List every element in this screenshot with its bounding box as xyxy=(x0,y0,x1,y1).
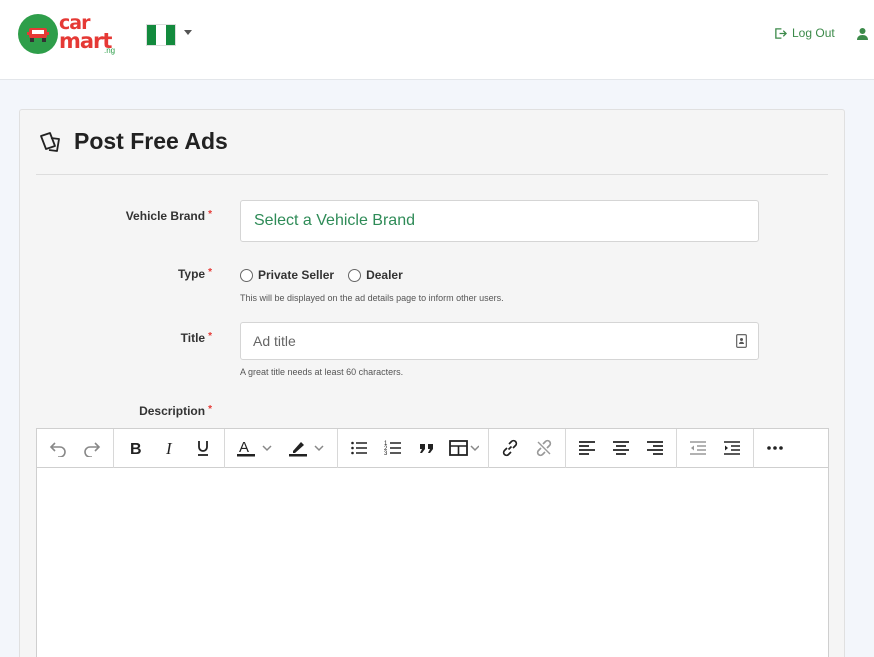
align-center-icon xyxy=(613,441,629,455)
private-seller-radio[interactable] xyxy=(240,268,253,282)
align-right-button[interactable] xyxy=(638,433,672,463)
required-mark: * xyxy=(208,331,212,342)
post-ad-card: Post Free Ads Vehicle Brand * Select a Ve… xyxy=(19,109,845,657)
type-label-text: Type xyxy=(177,267,206,281)
vehicle-brand-select[interactable]: Select a Vehicle Brand xyxy=(240,200,759,242)
description-label: Description * xyxy=(100,404,212,418)
remove-link-button[interactable] xyxy=(527,433,561,463)
logout-link[interactable]: Log Out xyxy=(774,26,835,40)
align-right-icon xyxy=(647,441,663,455)
description-label-text: Description xyxy=(139,404,206,418)
autofill-contact-icon[interactable] xyxy=(736,334,747,348)
required-mark: * xyxy=(208,267,212,278)
logout-icon xyxy=(775,27,787,39)
tags-icon xyxy=(40,131,60,152)
align-center-button[interactable] xyxy=(604,433,638,463)
undo-icon xyxy=(49,442,66,457)
link-icon xyxy=(502,439,518,457)
title-label: Title * xyxy=(100,331,212,345)
bold-icon: B xyxy=(130,441,142,457)
underline-button[interactable] xyxy=(186,433,220,463)
type-label: Type * xyxy=(100,267,212,281)
bullet-list-icon xyxy=(351,441,367,455)
alignment-group xyxy=(566,428,677,468)
link-group xyxy=(489,428,566,468)
svg-text:3: 3 xyxy=(384,451,388,457)
heading-divider xyxy=(36,174,828,175)
svg-text:B: B xyxy=(130,441,142,457)
title-label-text: Title xyxy=(180,331,206,345)
color-group: A xyxy=(225,428,338,468)
title-help-text: A great title needs at least 60 characte… xyxy=(240,367,404,377)
private-seller-label: Private Seller xyxy=(258,268,335,282)
vehicle-brand-label: Vehicle Brand * xyxy=(100,209,212,223)
italic-icon: I xyxy=(165,439,173,457)
carmart-logo[interactable]: car mart .ng xyxy=(18,12,118,57)
outdent-icon xyxy=(690,441,706,455)
align-left-icon xyxy=(579,441,595,455)
insert-link-button[interactable] xyxy=(493,433,527,463)
table-icon xyxy=(449,440,479,456)
italic-button[interactable]: I xyxy=(152,433,186,463)
undo-button[interactable] xyxy=(41,433,75,463)
type-help-text: This will be displayed on the ad details… xyxy=(240,293,504,303)
country-dropdown-caret-icon[interactable] xyxy=(184,30,192,35)
logo-badge xyxy=(18,14,58,54)
page-heading: Post Free Ads xyxy=(38,128,228,155)
numbered-list-icon: 1 2 3 xyxy=(384,441,401,457)
page-title: Post Free Ads xyxy=(74,128,228,154)
redo-icon xyxy=(84,442,101,457)
underline-icon xyxy=(198,441,208,456)
description-rich-text-editor: B I A 1 2 3 xyxy=(36,428,829,657)
title-field[interactable] xyxy=(240,322,759,360)
car-icon xyxy=(27,28,49,42)
bold-button[interactable]: B xyxy=(118,433,152,463)
text-color-icon: A xyxy=(237,439,272,457)
ellipsis-icon xyxy=(767,446,783,450)
indent-button[interactable] xyxy=(715,433,749,463)
numbered-list-button[interactable]: 1 2 3 xyxy=(376,433,410,463)
unlink-icon xyxy=(536,439,552,457)
highlight-color-button[interactable] xyxy=(281,433,333,463)
svg-text:I: I xyxy=(165,439,173,457)
outdent-button[interactable] xyxy=(681,433,715,463)
vehicle-brand-label-text: Vehicle Brand xyxy=(125,209,206,223)
private-seller-option[interactable]: Private Seller xyxy=(240,268,334,282)
dealer-radio[interactable] xyxy=(348,268,362,282)
lists-group: 1 2 3 xyxy=(338,428,489,468)
blockquote-button[interactable] xyxy=(410,433,444,463)
dealer-label: Dealer xyxy=(366,268,403,282)
bullet-list-button[interactable] xyxy=(342,433,376,463)
editor-toolbar: B I A 1 2 3 xyxy=(37,428,828,468)
seller-type-radio-group: Private Seller Dealer xyxy=(240,268,417,282)
logout-label: Log Out xyxy=(792,26,835,40)
user-icon[interactable] xyxy=(856,27,869,40)
required-mark: * xyxy=(208,209,212,220)
svg-text:A: A xyxy=(239,439,249,456)
more-options-button[interactable] xyxy=(758,433,792,463)
required-mark: * xyxy=(208,404,212,415)
quote-icon xyxy=(420,444,433,453)
editor-content-area[interactable] xyxy=(37,468,828,657)
title-input[interactable] xyxy=(241,323,711,359)
logo-domain-suffix: .ng xyxy=(104,46,116,55)
redo-button[interactable] xyxy=(75,433,109,463)
nigeria-flag-icon[interactable] xyxy=(146,24,176,46)
indent-group xyxy=(677,428,754,468)
text-color-button[interactable]: A xyxy=(229,433,281,463)
top-header: car mart .ng Log Out xyxy=(0,0,874,80)
dealer-option[interactable]: Dealer xyxy=(348,268,403,282)
highlight-icon xyxy=(289,442,324,457)
table-button[interactable] xyxy=(444,433,484,463)
more-group xyxy=(754,429,796,468)
history-group xyxy=(37,428,114,468)
formatting-group: B I xyxy=(114,428,225,468)
indent-icon xyxy=(724,441,740,455)
align-left-button[interactable] xyxy=(570,433,604,463)
